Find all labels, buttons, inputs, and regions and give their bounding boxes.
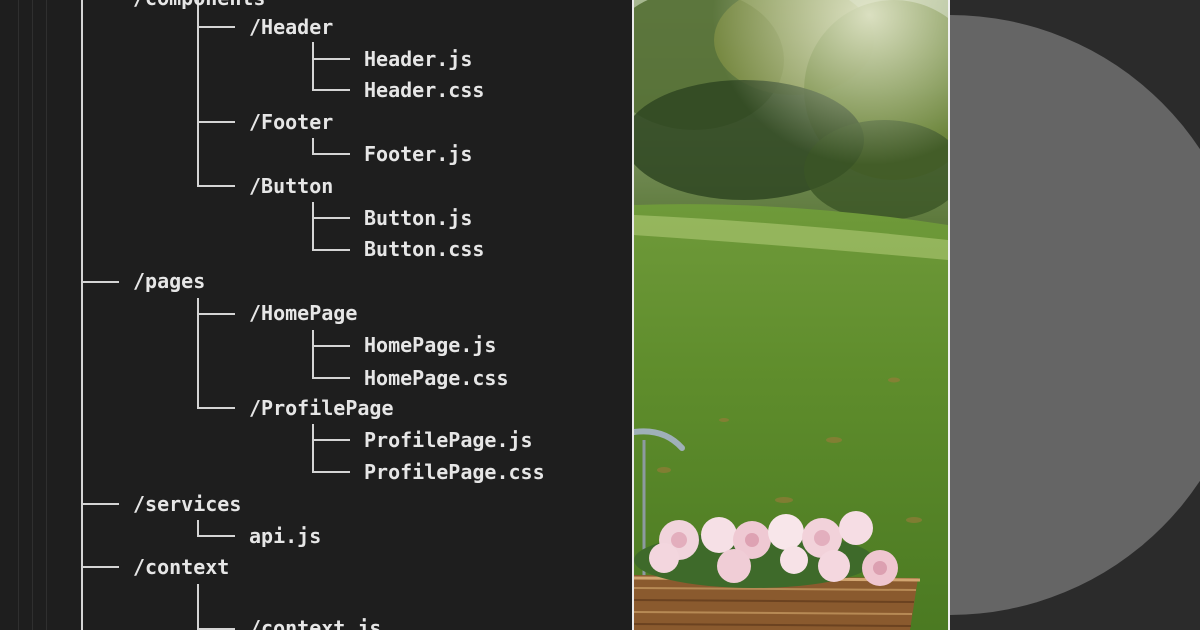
tree-connector xyxy=(197,121,235,123)
decorative-disc xyxy=(950,15,1200,615)
folder-label-components: /components xyxy=(133,0,265,10)
right-panel xyxy=(950,0,1200,630)
folder-tree: /components /Header Header.js Header.css… xyxy=(0,0,632,630)
file-label-footer-js: Footer.js xyxy=(364,142,473,166)
folder-label-pages: /pages xyxy=(133,269,206,293)
tree-connector xyxy=(312,471,350,473)
folder-label-homepage: /HomePage xyxy=(249,301,358,325)
file-label-profilepage-css: ProfilePage.css xyxy=(364,460,545,484)
file-label-api-js: api.js xyxy=(249,524,322,548)
tree-connector xyxy=(312,153,350,155)
file-label-button-js: Button.js xyxy=(364,206,473,230)
folder-label-header: /Header xyxy=(249,15,334,39)
code-editor: /components /Header Header.js Header.css… xyxy=(0,0,632,630)
tree-connector xyxy=(312,202,314,250)
tree-connector xyxy=(312,42,314,90)
tree-connector xyxy=(312,330,314,378)
tree-connector xyxy=(81,566,119,568)
tree-connector xyxy=(312,249,350,251)
tree-connector xyxy=(81,281,119,283)
file-label-context-js: /context.js xyxy=(249,616,382,630)
garden-photo xyxy=(632,0,950,630)
file-label-homepage-js: HomePage.js xyxy=(364,333,497,357)
file-label-profilepage-js: ProfilePage.js xyxy=(364,428,533,452)
file-label-header-js: Header.js xyxy=(364,47,473,71)
folder-label-button: /Button xyxy=(249,174,334,198)
tree-connector xyxy=(312,345,350,347)
file-label-homepage-css: HomePage.css xyxy=(364,366,509,390)
garden-photo-drawing xyxy=(634,0,948,630)
file-label-header-css: Header.css xyxy=(364,78,485,102)
tree-connector xyxy=(312,138,314,154)
tree-connector xyxy=(197,407,235,409)
tree-connector xyxy=(312,89,350,91)
folder-label-context: /context xyxy=(133,555,230,579)
folder-label-services: /services xyxy=(133,492,242,516)
tree-connector xyxy=(81,0,83,630)
tree-connector xyxy=(197,584,199,630)
tree-connector xyxy=(197,535,235,537)
file-label-button-css: Button.css xyxy=(364,237,485,261)
folder-label-footer: /Footer xyxy=(249,110,334,134)
tree-connector xyxy=(312,217,350,219)
tree-connector xyxy=(197,313,235,315)
tree-connector xyxy=(312,424,314,472)
folder-label-profilepage: /ProfilePage xyxy=(249,396,394,420)
tree-connector xyxy=(197,520,199,536)
tree-connector xyxy=(312,377,350,379)
tree-connector xyxy=(312,58,350,60)
tree-connector xyxy=(197,185,235,187)
tree-connector xyxy=(197,26,235,28)
tree-connector xyxy=(81,503,119,505)
tree-connector xyxy=(312,439,350,441)
